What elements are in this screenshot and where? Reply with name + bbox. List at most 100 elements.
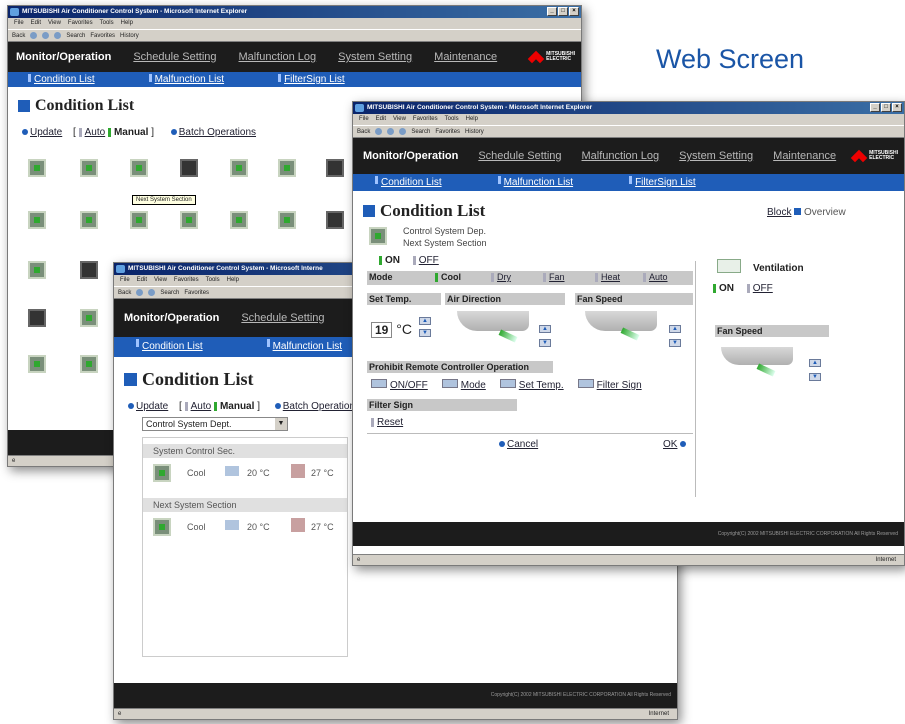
menu-favorites[interactable]: Favorites (174, 275, 199, 286)
nav-maintenance[interactable]: Maintenance (773, 150, 836, 162)
refresh-icon[interactable] (148, 289, 156, 296)
search-button[interactable]: Search (66, 30, 85, 41)
menu-help[interactable]: Help (227, 275, 239, 286)
ac-unit-icon[interactable] (80, 211, 98, 229)
ac-unit-icon[interactable] (278, 159, 296, 177)
stop-icon[interactable] (30, 32, 38, 39)
ac-unit-icon[interactable] (28, 211, 46, 229)
subnav-filtersign-list[interactable]: FilterSign List (278, 72, 345, 87)
stop-icon[interactable] (375, 128, 383, 135)
menu-favorites[interactable]: Favorites (413, 114, 438, 125)
menu-favorites[interactable]: Favorites (68, 18, 93, 29)
prohibit-filter-sign[interactable]: Filter Sign (597, 380, 642, 391)
search-button[interactable]: Search (411, 126, 430, 137)
auto-link[interactable]: Auto (85, 127, 106, 138)
fan-speed-up-button[interactable]: ▲ (669, 325, 681, 333)
ac-unit-icon[interactable] (153, 518, 171, 536)
favorites-button[interactable]: Favorites (184, 287, 209, 298)
nav-monitor-operation[interactable]: Monitor/Operation (363, 150, 458, 162)
ac-unit-icon[interactable] (28, 355, 46, 373)
fan-speed-down-button[interactable]: ▼ (669, 339, 681, 347)
cancel-button[interactable]: Cancel (499, 439, 538, 450)
ok-button[interactable]: OK (663, 439, 688, 450)
home-icon[interactable] (54, 32, 62, 39)
maximize-button[interactable]: □ (881, 103, 891, 112)
update-link[interactable]: Update (30, 127, 62, 138)
heat-radio[interactable] (595, 273, 598, 283)
mode-cool[interactable]: Cool (441, 272, 461, 282)
mode-fan[interactable]: Fan (549, 272, 565, 282)
vent-fan-down-button[interactable]: ▼ (809, 373, 821, 381)
vent-fan-up-button[interactable]: ▲ (809, 359, 821, 367)
prohibit-set-temp[interactable]: Set Temp. (519, 380, 564, 391)
menu-tools[interactable]: Tools (445, 114, 459, 125)
menu-tools[interactable]: Tools (100, 18, 114, 29)
ac-unit-icon[interactable] (326, 211, 344, 229)
group-select[interactable]: Control System Dept. ▼ (142, 417, 288, 431)
vent-off-link[interactable]: OFF (753, 283, 773, 294)
nav-malfunction-log[interactable]: Malfunction Log (582, 150, 660, 162)
ac-unit-icon[interactable] (230, 211, 248, 229)
menu-file[interactable]: File (14, 18, 24, 29)
favorites-button[interactable]: Favorites (90, 30, 115, 41)
ac-unit-icon[interactable] (180, 211, 198, 229)
fan-radio[interactable] (543, 273, 546, 283)
menu-file[interactable]: File (120, 275, 130, 286)
air-direction-down-button[interactable]: ▼ (539, 339, 551, 347)
subnav-malfunction-list[interactable]: Malfunction List (266, 337, 342, 357)
manual-radio[interactable] (107, 127, 111, 137)
ac-unit-icon[interactable] (28, 159, 46, 177)
ac-unit-icon[interactable] (278, 211, 296, 229)
menu-help[interactable]: Help (466, 114, 478, 125)
menu-view[interactable]: View (393, 114, 406, 125)
menu-edit[interactable]: Edit (376, 114, 386, 125)
menu-view[interactable]: View (154, 275, 167, 286)
nav-malfunction-log[interactable]: Malfunction Log (239, 51, 317, 63)
ac-unit-icon[interactable] (130, 159, 148, 177)
subnav-filtersign-list[interactable]: FilterSign List (629, 174, 696, 191)
temp-down-button[interactable]: ▼ (419, 329, 431, 337)
close-button[interactable]: × (569, 7, 579, 16)
vent-off-radio[interactable] (746, 283, 750, 293)
off-radio[interactable] (412, 255, 416, 265)
auto-radio[interactable] (184, 401, 188, 411)
history-button[interactable]: History (120, 30, 139, 41)
minimize-button[interactable]: _ (870, 103, 880, 112)
off-link[interactable]: OFF (419, 255, 439, 266)
history-button[interactable]: History (465, 126, 484, 137)
ac-unit-icon[interactable] (130, 211, 148, 229)
auto-radio[interactable] (643, 273, 646, 283)
ac-unit-icon[interactable] (28, 309, 46, 327)
air-direction-up-button[interactable]: ▲ (539, 325, 551, 333)
back-button[interactable]: Back (357, 126, 370, 137)
nav-maintenance[interactable]: Maintenance (434, 51, 497, 63)
dry-radio[interactable] (491, 273, 494, 283)
menu-file[interactable]: File (359, 114, 369, 125)
mode-heat[interactable]: Heat (601, 272, 620, 282)
vent-on-radio[interactable] (713, 283, 716, 293)
mode-auto[interactable]: Auto (649, 272, 668, 282)
onoff-prohibit-icon[interactable] (371, 379, 387, 388)
favorites-button[interactable]: Favorites (435, 126, 460, 137)
ac-unit-icon[interactable] (80, 355, 98, 373)
chevron-down-icon[interactable]: ▼ (275, 418, 287, 430)
block-link[interactable]: Block (767, 207, 791, 218)
refresh-icon[interactable] (387, 128, 395, 135)
overview-label[interactable]: Overview (804, 207, 846, 218)
back-button[interactable]: Back (12, 30, 25, 41)
menu-tools[interactable]: Tools (206, 275, 220, 286)
prohibit-onoff[interactable]: ON/OFF (390, 380, 428, 391)
ac-unit-icon[interactable] (153, 464, 171, 482)
maximize-button[interactable]: □ (558, 7, 568, 16)
ac-unit-icon[interactable] (180, 159, 198, 177)
subnav-malfunction-list[interactable]: Malfunction List (148, 72, 224, 87)
search-button[interactable]: Search (160, 287, 179, 298)
reset-link[interactable]: Reset (377, 417, 403, 428)
subnav-condition-list[interactable]: Condition List (136, 337, 203, 357)
nav-monitor-operation[interactable]: Monitor/Operation (124, 312, 219, 324)
ac-unit-icon[interactable] (80, 309, 98, 327)
auto-radio[interactable] (78, 127, 82, 137)
batch-operations-link[interactable]: Batch Operations (179, 127, 256, 138)
temp-up-button[interactable]: ▲ (419, 317, 431, 325)
menu-help[interactable]: Help (121, 18, 133, 29)
